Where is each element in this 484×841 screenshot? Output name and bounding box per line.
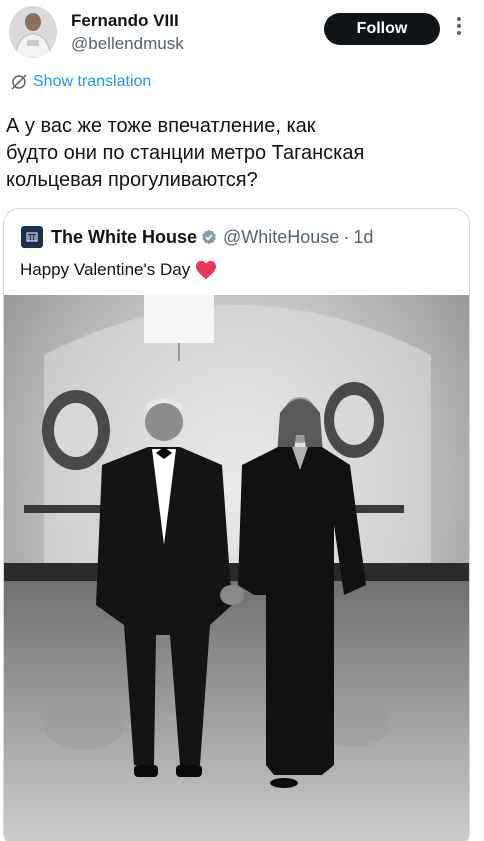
author-avatar[interactable] bbox=[9, 6, 57, 58]
verified-badge-icon bbox=[202, 229, 216, 245]
author-display-name[interactable]: Fernando VIII bbox=[71, 11, 179, 31]
post-text-line: кольцевая прогуливаются? bbox=[6, 169, 258, 191]
quoted-post-text: Happy Valentine's Day bbox=[20, 260, 217, 280]
quoted-post-text-label: Happy Valentine's Day bbox=[20, 260, 191, 279]
translate-icon bbox=[11, 74, 27, 90]
quoted-post-card[interactable]: The White House @WhiteHouse · 1d Happy V… bbox=[3, 208, 470, 841]
post-text-line: будто они по станции метро Таганская bbox=[6, 142, 365, 164]
follow-button[interactable]: Follow bbox=[324, 13, 440, 45]
separator-dot: · bbox=[343, 226, 350, 247]
quoted-post-photo[interactable] bbox=[4, 295, 470, 841]
quoted-author-avatar[interactable] bbox=[21, 226, 43, 248]
post-text: А у вас же тоже впечатление, как будто о… bbox=[6, 113, 476, 194]
quoted-post-header: The White House @WhiteHouse · 1d bbox=[21, 225, 373, 249]
post-header: Fernando VIII @bellendmusk Follow bbox=[0, 0, 484, 66]
author-handle[interactable]: @bellendmusk bbox=[71, 34, 184, 54]
show-translation-link[interactable]: Show translation bbox=[10, 72, 151, 92]
heart-icon bbox=[196, 260, 217, 280]
quoted-author-name[interactable]: The White House bbox=[51, 227, 197, 248]
quoted-author-handle[interactable]: @WhiteHouse bbox=[223, 227, 339, 248]
quoted-post-time[interactable]: 1d bbox=[353, 227, 373, 248]
post-text-line: А у вас же тоже впечатление, как bbox=[6, 115, 316, 137]
more-vertical-icon[interactable] bbox=[452, 14, 466, 42]
show-translation-label[interactable]: Show translation bbox=[33, 73, 151, 91]
